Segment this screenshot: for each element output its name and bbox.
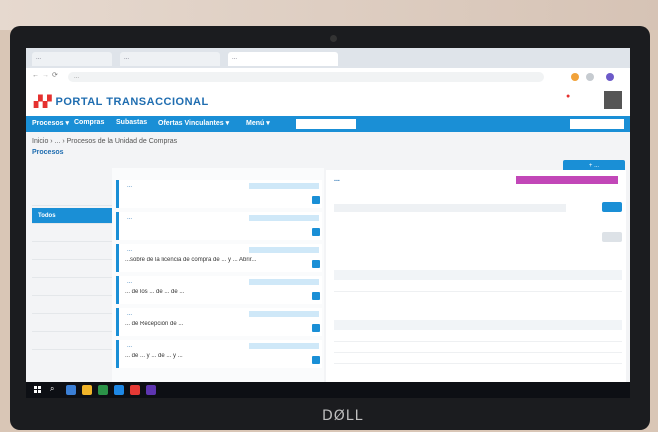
back-icon[interactable]: ← [32,72,39,79]
webcam [330,35,337,42]
process-badge [249,343,319,349]
sidebar-item[interactable] [32,244,112,260]
notification-icon[interactable]: ● [566,93,570,100]
process-description: ... de Recepción de ... [125,321,184,327]
browser-tab-bar: ... ... ... [26,48,630,68]
sidebar-item[interactable] [32,280,112,296]
info-icon[interactable] [312,292,320,300]
table-row [334,332,622,342]
search-icon[interactable]: ⌕ [50,384,54,394]
process-title[interactable]: ... [127,343,132,349]
process-badge [249,247,319,253]
process-detail-panel: ... [326,170,626,390]
tab-label: ... [232,55,238,61]
list-item[interactable]: ... [116,212,322,240]
main-nav: Procesos ▾ Compras Subastas Ofertas Vinc… [26,116,630,132]
info-icon[interactable] [312,260,320,268]
laptop-brand-logo: DØLL [322,408,364,424]
detail-secondary-button[interactable] [602,232,622,242]
info-icon[interactable] [312,324,320,332]
detail-action-button[interactable] [602,202,622,212]
extension-icon[interactable] [571,73,579,81]
app-icon[interactable] [146,385,156,395]
status-badge [516,176,618,184]
task-view-icon[interactable] [66,385,76,395]
process-title[interactable]: ... [127,279,132,285]
laptop-screen: ... ... ... ← → ⟳ ... ▞▞ PORTAL TRANSACC… [26,48,630,398]
nav-procesos[interactable]: Procesos ▾ [32,119,69,127]
list-item[interactable]: ... [116,180,322,208]
profile-icon[interactable] [606,73,614,81]
list-item[interactable]: ... ... de los ... de ... de ... [116,276,322,304]
portal-logo[interactable]: ▞▞ PORTAL TRANSACCIONAL [34,95,209,108]
tab-label: ... [36,55,42,61]
reload-icon[interactable]: ⟳ [52,71,58,79]
sidebar-item[interactable] [32,190,112,206]
info-icon[interactable] [312,356,320,364]
process-badge [249,183,319,189]
list-item[interactable]: ... ...sobre de la licencia de compra de… [116,244,322,272]
info-icon[interactable] [312,228,320,236]
sidebar-item[interactable] [32,334,112,350]
nav-menu[interactable]: Menú ▾ [246,119,270,127]
nav-compras[interactable]: Compras [74,119,104,126]
process-list: ... ... ... ...sobre de la licencia de c… [112,168,324,390]
table-header [334,270,622,280]
process-title[interactable]: ... [127,247,132,253]
process-description: ...sobre de la licencia de compra de ...… [125,257,257,263]
detail-title: ... [334,176,340,183]
logo-brand: PORTAL [55,96,103,108]
url-field[interactable]: ... [68,72,544,82]
process-badge [249,311,319,317]
table-row [334,354,622,364]
tab-label: ... [124,55,130,61]
top-search-input[interactable] [570,119,624,129]
table-row [334,282,622,292]
edge-icon[interactable] [114,385,124,395]
portal-header: ▞▞ PORTAL TRANSACCIONAL ● [26,86,630,116]
browser-tab[interactable]: ... [32,52,112,66]
logo-mark-icon: ▞▞ [34,96,52,108]
sidebar-item-todos[interactable]: Todos [32,208,112,224]
nav-subastas[interactable]: Subastas [116,119,147,126]
process-badge [249,279,319,285]
info-icon[interactable] [312,196,320,204]
list-item[interactable]: ... ... de Recepción de ... [116,308,322,336]
table-row [334,343,622,353]
list-item[interactable]: ... ... de ... y ... de ... y ... [116,340,322,368]
process-badge [249,215,319,221]
process-title[interactable]: ... [127,215,132,221]
process-description: ... de los ... de ... de ... [125,289,185,295]
avatar[interactable] [604,91,622,109]
extension-icon[interactable] [586,73,594,81]
page-title: Procesos [32,149,64,156]
browser-address-bar: ← → ⟳ ... [26,68,630,87]
process-title[interactable]: ... [127,183,132,189]
process-title[interactable]: ... [127,311,132,317]
sidebar-item[interactable] [32,262,112,278]
sidebar-item[interactable] [32,298,112,314]
process-description: ... de ... y ... de ... y ... [125,353,183,359]
detail-input-field[interactable] [334,204,566,212]
file-explorer-icon[interactable] [82,385,92,395]
forward-icon[interactable]: → [42,72,49,79]
windows-start-icon[interactable] [34,386,42,394]
browser-tab-active[interactable]: ... [228,52,338,66]
chrome-icon[interactable] [130,385,140,395]
laptop-bezel: ... ... ... ← → ⟳ ... ▞▞ PORTAL TRANSACC… [10,26,650,430]
nav-search-input[interactable] [296,119,356,129]
windows-taskbar: ⌕ [26,382,630,398]
filter-sidebar: Todos [32,170,112,380]
table-header [334,320,622,330]
browser-tab[interactable]: ... [120,52,220,66]
sidebar-item[interactable] [32,316,112,332]
excel-icon[interactable] [98,385,108,395]
sidebar-item[interactable] [32,226,112,242]
breadcrumb: Inicio › ... › Procesos de la Unidad de … [32,138,178,145]
nav-ofertas[interactable]: Ofertas Vinculantes ▾ [158,119,229,127]
logo-text: TRANSACCIONAL [102,96,209,108]
